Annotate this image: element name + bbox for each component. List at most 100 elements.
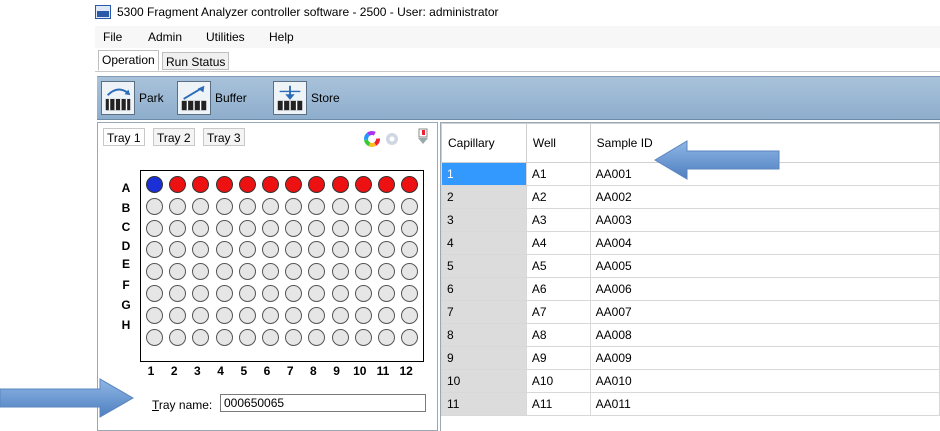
- well-a9[interactable]: [331, 176, 349, 193]
- sample-id-cell[interactable]: AA008: [589, 323, 940, 347]
- well-f6[interactable]: [262, 285, 279, 302]
- menu-help[interactable]: Help: [269, 30, 294, 44]
- well-f5[interactable]: [238, 285, 256, 302]
- well-g4[interactable]: [215, 306, 233, 324]
- well-c8[interactable]: [308, 219, 326, 237]
- tab-operation[interactable]: Operation: [98, 50, 159, 71]
- tab-run-status[interactable]: Run Status: [162, 52, 230, 70]
- well-cell[interactable]: A1: [525, 162, 591, 186]
- well-f1[interactable]: [146, 285, 163, 302]
- well-h8[interactable]: [308, 328, 326, 346]
- sample-id-cell[interactable]: AA010: [589, 369, 940, 393]
- menu-utilities[interactable]: Utilities: [206, 30, 245, 44]
- well-g9[interactable]: [331, 306, 349, 324]
- park-button[interactable]: Park: [101, 81, 164, 115]
- well-b9[interactable]: [331, 197, 349, 215]
- well-b2[interactable]: [169, 197, 187, 215]
- sample-id-cell[interactable]: AA002: [589, 185, 940, 209]
- well-cell[interactable]: A11: [525, 392, 591, 416]
- well-h2[interactable]: [169, 328, 187, 346]
- table-row[interactable]: 5 A5 AA005: [441, 254, 940, 278]
- sample-id-cell[interactable]: AA004: [589, 231, 940, 255]
- well-b7[interactable]: [285, 197, 303, 215]
- well-h7[interactable]: [285, 328, 303, 346]
- well-g2[interactable]: [169, 306, 187, 324]
- buffer-button[interactable]: Buffer: [177, 81, 247, 115]
- well-cell[interactable]: A5: [525, 254, 591, 278]
- sample-id-cell[interactable]: AA011: [589, 392, 940, 416]
- well-cell[interactable]: A2: [525, 185, 591, 209]
- capillary-cell[interactable]: 6: [441, 277, 527, 301]
- table-row[interactable]: 4 A4 AA004: [441, 231, 940, 255]
- well-c3[interactable]: [192, 219, 210, 237]
- well-a4[interactable]: [215, 176, 233, 193]
- well-h11[interactable]: [378, 328, 395, 346]
- capillary-cell[interactable]: 9: [441, 346, 527, 370]
- capillary-cell[interactable]: 11: [441, 392, 527, 416]
- well-c6[interactable]: [262, 219, 279, 237]
- well-e4[interactable]: [215, 263, 233, 281]
- well-cell[interactable]: A7: [525, 300, 591, 324]
- tray-tab-3[interactable]: Tray 3: [203, 128, 245, 146]
- well-g12[interactable]: [401, 306, 419, 324]
- well-h1[interactable]: [146, 328, 163, 346]
- table-row[interactable]: 2 A2 AA002: [441, 185, 940, 209]
- settings-gear-icon[interactable]: [384, 131, 400, 147]
- well-a1[interactable]: [146, 176, 163, 193]
- well-cell[interactable]: A10: [525, 369, 591, 393]
- well-f10[interactable]: [354, 285, 372, 302]
- well-cell[interactable]: A4: [525, 231, 591, 255]
- well-b12[interactable]: [401, 197, 419, 215]
- table-row[interactable]: 11 A11 AA011: [441, 392, 940, 416]
- well-cell[interactable]: A3: [525, 208, 591, 232]
- color-wheel-icon[interactable]: [364, 131, 380, 147]
- capillary-cell[interactable]: 8: [441, 323, 527, 347]
- well-b5[interactable]: [238, 197, 256, 215]
- well-b10[interactable]: [354, 197, 372, 215]
- well-a5[interactable]: [238, 176, 256, 193]
- well-b6[interactable]: [262, 197, 279, 215]
- table-row[interactable]: 6 A6 AA006: [441, 277, 940, 301]
- capillary-cell[interactable]: 1: [441, 162, 527, 186]
- well-b1[interactable]: [146, 197, 163, 215]
- table-row[interactable]: 3 A3 AA003: [441, 208, 940, 232]
- well-h12[interactable]: [401, 328, 419, 346]
- well-e5[interactable]: [238, 263, 256, 281]
- capillary-cell[interactable]: 5: [441, 254, 527, 278]
- menu-admin[interactable]: Admin: [148, 30, 182, 44]
- capillary-cell[interactable]: 7: [441, 300, 527, 324]
- well-e9[interactable]: [331, 263, 349, 281]
- well-b11[interactable]: [378, 197, 395, 215]
- well-h4[interactable]: [215, 328, 233, 346]
- well-c12[interactable]: [401, 219, 419, 237]
- well-c5[interactable]: [238, 219, 256, 237]
- well-c7[interactable]: [285, 219, 303, 237]
- well-g10[interactable]: [354, 306, 372, 324]
- tray-tab-1[interactable]: Tray 1: [103, 128, 145, 146]
- table-row[interactable]: 8 A8 AA008: [441, 323, 940, 347]
- capillary-cell[interactable]: 2: [441, 185, 527, 209]
- store-button[interactable]: Store: [273, 81, 340, 115]
- table-row[interactable]: 9 A9 AA009: [441, 346, 940, 370]
- well-f9[interactable]: [331, 285, 349, 302]
- column-header-capillary[interactable]: Capillary: [441, 123, 527, 163]
- well-cell[interactable]: A6: [525, 277, 591, 301]
- table-row[interactable]: 10 A10 AA010: [441, 369, 940, 393]
- sample-id-cell[interactable]: AA003: [589, 208, 940, 232]
- well-h5[interactable]: [238, 328, 256, 346]
- download-icon[interactable]: [416, 128, 430, 146]
- well-h10[interactable]: [354, 328, 372, 346]
- well-h9[interactable]: [331, 328, 349, 346]
- well-c10[interactable]: [354, 219, 372, 237]
- capillary-cell[interactable]: 4: [441, 231, 527, 255]
- well-cell[interactable]: A9: [525, 346, 591, 370]
- well-a10[interactable]: [354, 176, 372, 193]
- well-g1[interactable]: [146, 306, 163, 324]
- well-b4[interactable]: [215, 197, 233, 215]
- capillary-cell[interactable]: 10: [441, 369, 527, 393]
- sample-id-cell[interactable]: AA007: [589, 300, 940, 324]
- capillary-cell[interactable]: 3: [441, 208, 527, 232]
- well-c11[interactable]: [378, 219, 395, 237]
- column-header-well[interactable]: Well: [525, 123, 591, 163]
- table-row[interactable]: 7 A7 AA007: [441, 300, 940, 324]
